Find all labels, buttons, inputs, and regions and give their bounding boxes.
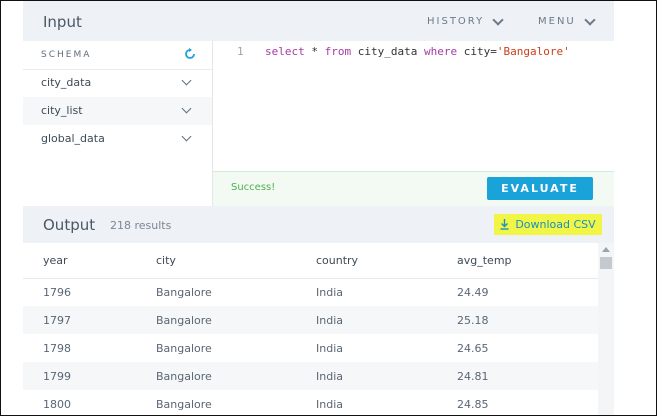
table-cell: 25.18: [457, 314, 489, 327]
menu-button[interactable]: MENU: [538, 13, 596, 27]
column-header-city[interactable]: city: [156, 254, 176, 267]
status-bar: Success! EVALUATE: [213, 171, 614, 207]
history-button[interactable]: HISTORY: [427, 13, 504, 27]
table-row: 1797 Bangalore India 25.18: [23, 306, 598, 334]
table-cell: 1798: [43, 342, 71, 355]
table-cell: India: [316, 370, 343, 383]
table-row: 1798 Bangalore India 24.65: [23, 334, 598, 362]
table-cell: Bangalore: [156, 286, 212, 299]
schema-item-global-data[interactable]: global_data: [23, 125, 212, 153]
sql-workspace: Input HISTORY MENU SCHEMA city_data city…: [23, 1, 614, 415]
table-cell: 1800: [43, 398, 71, 411]
history-label: HISTORY: [427, 16, 485, 27]
line-number: 1: [237, 45, 244, 58]
query-editor[interactable]: 1 select * from city_data where city='Ba…: [213, 41, 614, 171]
schema-item-label: global_data: [41, 132, 105, 145]
chevron-down-icon: [181, 103, 192, 114]
column-header-country[interactable]: country: [316, 254, 358, 267]
table-cell: India: [316, 286, 343, 299]
code-token: from: [324, 45, 352, 58]
code-token: select: [265, 45, 305, 58]
input-title: Input: [43, 13, 82, 31]
schema-item-city-data[interactable]: city_data: [23, 69, 212, 97]
code-token: 'Bangalore': [496, 45, 570, 58]
table-cell: India: [316, 398, 343, 411]
table-row: 1800 Bangalore India 24.85: [23, 390, 598, 415]
table-cell: India: [316, 342, 343, 355]
evaluate-button[interactable]: EVALUATE: [487, 177, 593, 200]
table-cell: 1799: [43, 370, 71, 383]
screenshot-frame: Input HISTORY MENU SCHEMA city_data city…: [0, 0, 657, 416]
table-cell: Bangalore: [156, 342, 212, 355]
table-cell: India: [316, 314, 343, 327]
table-row: 1799 Bangalore India 24.81: [23, 362, 598, 390]
table-header: year city country avg_temp: [23, 243, 598, 279]
status-message: Success!: [231, 182, 276, 193]
table-cell: Bangalore: [156, 314, 212, 327]
schema-item-label: city_list: [41, 104, 83, 117]
download-label: Download CSV: [515, 218, 596, 231]
schema-header: SCHEMA: [23, 41, 212, 70]
table-scrollbar[interactable]: [598, 243, 614, 415]
chevron-down-icon: [584, 13, 596, 26]
table-row: 1796 Bangalore India 24.49: [23, 278, 598, 306]
chevron-down-icon: [492, 13, 504, 26]
query-text[interactable]: select * from city_data where city='Bang…: [265, 45, 570, 58]
column-header-year[interactable]: year: [43, 254, 68, 267]
results-table: year city country avg_temp 1796 Bangalor…: [23, 243, 598, 415]
menu-label: MENU: [538, 16, 576, 27]
table-cell: 24.85: [457, 398, 489, 411]
output-title: Output: [43, 216, 96, 234]
schema-sidebar: SCHEMA city_data city_list global_data: [23, 41, 213, 206]
results-count: 218 results: [110, 219, 172, 232]
column-header-avg-temp[interactable]: avg_temp: [457, 254, 512, 267]
table-cell: 1797: [43, 314, 71, 327]
table-cell: 24.49: [457, 286, 489, 299]
schema-item-label: city_data: [41, 76, 92, 89]
input-header: Input HISTORY MENU: [23, 1, 614, 41]
table-cell: Bangalore: [156, 370, 212, 383]
table-cell: 1796: [43, 286, 71, 299]
download-csv-button[interactable]: Download CSV: [494, 214, 602, 235]
download-icon: [500, 219, 509, 230]
scroll-up-arrow-icon[interactable]: [602, 247, 610, 252]
table-cell: Bangalore: [156, 398, 212, 411]
table-cell: 24.65: [457, 342, 489, 355]
refresh-icon[interactable]: [183, 47, 197, 61]
schema-item-city-list[interactable]: city_list: [23, 97, 212, 125]
scroll-thumb[interactable]: [600, 257, 612, 269]
output-header: Output 218 results Download CSV: [23, 206, 614, 243]
chevron-down-icon: [181, 131, 192, 142]
chevron-down-icon: [181, 75, 192, 86]
table-cell: 24.81: [457, 370, 489, 383]
schema-label: SCHEMA: [41, 50, 92, 60]
code-token: where: [423, 45, 458, 58]
